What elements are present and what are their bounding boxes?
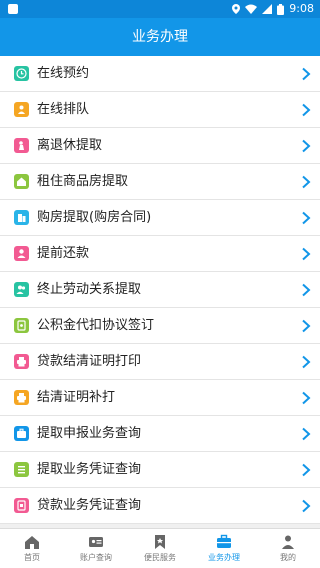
tab-1[interactable]: 首页: [0, 529, 64, 568]
tab-label: 我的: [280, 553, 296, 562]
menu-item[interactable]: 贷款业务凭证查询: [0, 488, 320, 524]
chevron-right-icon: [302, 103, 311, 117]
chevron-right-icon: [302, 139, 311, 153]
clock-icon: [14, 66, 29, 81]
tab-3[interactable]: 便民服务: [128, 529, 192, 568]
service-list: 在线预约在线排队离退休提取租住商品房提取购房提取(购房合同) 提前还款终止劳动关系…: [0, 56, 320, 524]
menu-item[interactable]: 购房提取(购房合同): [0, 200, 320, 236]
menu-item[interactable]: 离退休提取: [0, 128, 320, 164]
tab-label: 便民服务: [144, 553, 176, 562]
menu-item[interactable]: 贷款结清证明打印: [0, 344, 320, 380]
page-title: 业务办理: [0, 18, 320, 56]
person-queue-icon: [14, 102, 29, 117]
printer-icon: [14, 354, 29, 369]
bottom-tab-bar: 首页 账户查询 便民服务 业务办理 我的: [0, 528, 320, 568]
menu-item-label: 租住商品房提取: [37, 174, 129, 189]
menu-item[interactable]: 提取业务凭证查询: [0, 452, 320, 488]
doc-search-icon: [14, 498, 29, 513]
menu-item-label: 终止劳动关系提取: [37, 282, 142, 297]
menu-item-label: 结清证明补打: [37, 390, 116, 405]
menu-item-label: 贷款业务凭证查询: [37, 498, 142, 513]
chevron-right-icon: [302, 319, 311, 333]
menu-item-label: 提前还款: [37, 246, 90, 261]
menu-item-label: 离退休提取: [37, 138, 103, 153]
clock-time: 9:08: [289, 2, 314, 15]
bookmark-icon: [155, 535, 165, 549]
house-icon: [14, 174, 29, 189]
menu-item-label: 公积金代扣协议签订: [37, 318, 155, 333]
menu-item-label: 在线排队: [37, 102, 90, 117]
tab-4[interactable]: 业务办理: [192, 529, 256, 568]
menu-item-label: 贷款结清证明打印: [37, 354, 142, 369]
menu-item[interactable]: 结清证明补打: [0, 380, 320, 416]
status-bar: 9:08: [0, 0, 320, 18]
signal-icon: [262, 4, 273, 14]
menu-item-label: 提取业务凭证查询: [37, 462, 142, 477]
menu-item[interactable]: 提前还款: [0, 236, 320, 272]
chevron-right-icon: [302, 211, 311, 225]
menu-item[interactable]: 在线预约: [0, 56, 320, 92]
menu-item[interactable]: 公积金代扣协议签订: [0, 308, 320, 344]
menu-item[interactable]: 终止劳动关系提取: [0, 272, 320, 308]
building-icon: [14, 210, 29, 225]
list-icon: [14, 462, 29, 477]
menu-item-label: 购房提取(购房合同): [37, 210, 152, 225]
chevron-right-icon: [302, 247, 311, 261]
chevron-right-icon: [302, 355, 311, 369]
menu-item[interactable]: 在线排队: [0, 92, 320, 128]
tab-label: 业务办理: [208, 553, 240, 562]
user-icon: [14, 246, 29, 261]
location-icon: [232, 4, 241, 14]
chevron-right-icon: [302, 67, 311, 81]
printer-icon: [14, 390, 29, 405]
tab-label: 账户查询: [80, 553, 112, 562]
briefcase-icon: [217, 534, 231, 548]
chevron-right-icon: [302, 175, 311, 189]
users-icon: [14, 282, 29, 297]
chevron-right-icon: [302, 283, 311, 297]
profile-icon: [282, 535, 294, 549]
chevron-right-icon: [302, 499, 311, 513]
id-card-icon: [89, 537, 103, 547]
menu-item[interactable]: 租住商品房提取: [0, 164, 320, 200]
menu-item[interactable]: 提取申报业务查询: [0, 416, 320, 452]
retire-icon: [14, 138, 29, 153]
briefcase-icon: [14, 426, 29, 441]
chevron-right-icon: [302, 463, 311, 477]
menu-item-label: 在线预约: [37, 66, 90, 81]
home-icon: [25, 536, 39, 549]
tab-5[interactable]: 我的: [256, 529, 320, 568]
battery-icon: [277, 3, 285, 15]
tab-label: 首页: [24, 553, 40, 562]
chevron-right-icon: [302, 391, 311, 405]
chevron-right-icon: [302, 427, 311, 441]
wifi-icon: [245, 4, 258, 14]
notification-icon: [8, 4, 18, 14]
menu-item-label: 提取申报业务查询: [37, 426, 142, 441]
document-icon: [14, 318, 29, 333]
tab-2[interactable]: 账户查询: [64, 529, 128, 568]
